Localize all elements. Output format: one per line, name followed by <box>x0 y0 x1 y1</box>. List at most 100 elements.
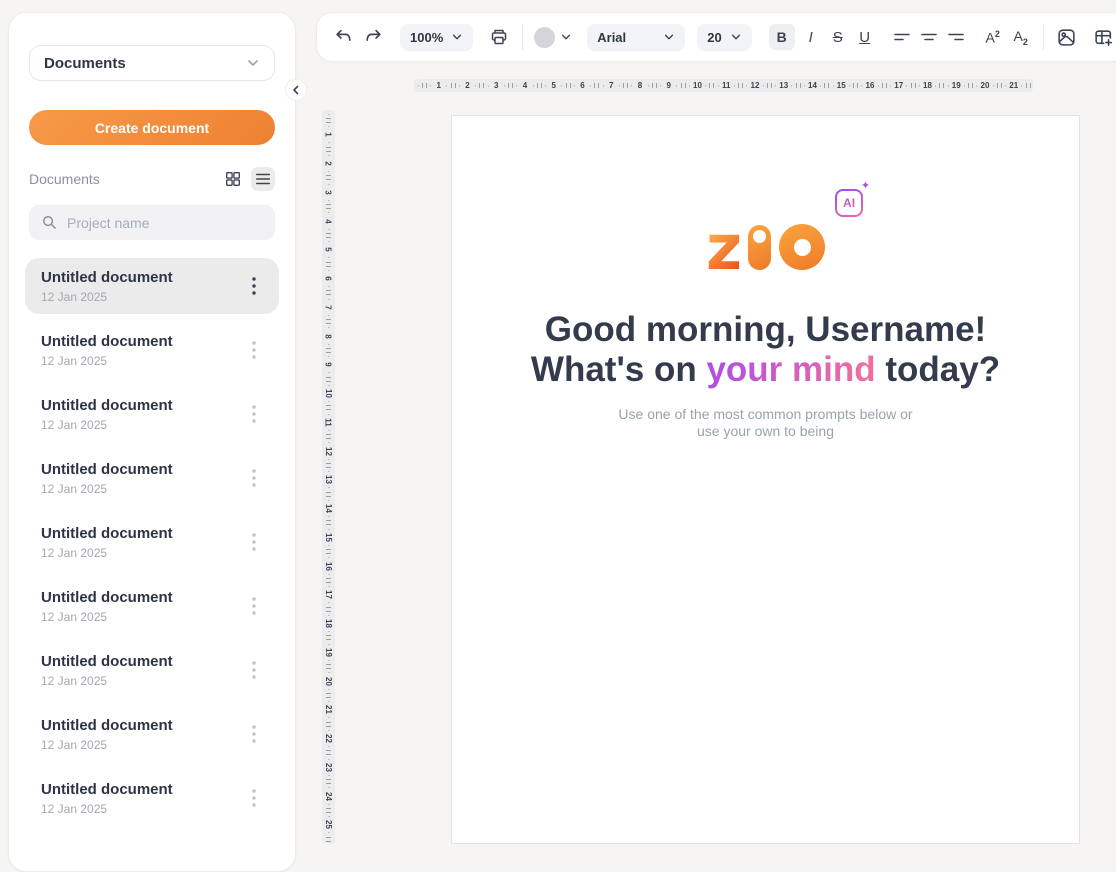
ruler-number: 11 <box>322 416 335 428</box>
superscript-button[interactable]: A2 <box>980 24 1006 50</box>
text-color-picker[interactable] <box>534 27 572 48</box>
ruler-ticks <box>326 630 331 647</box>
kebab-menu-icon[interactable] <box>243 721 265 747</box>
bold-button[interactable]: B <box>769 24 795 50</box>
ruler-ticks <box>326 515 331 532</box>
ruler-number: 18 <box>322 618 335 630</box>
document-list-item[interactable]: Untitled document12 Jan 2025 <box>25 706 279 762</box>
ruler-number: 13 <box>778 81 790 90</box>
search-input[interactable] <box>67 215 263 231</box>
ruler-number: 17 <box>893 81 905 90</box>
vertical-ruler: 1234567891011121314151617181920212223242… <box>322 110 335 843</box>
document-title: Untitled document <box>41 781 173 798</box>
document-info: Untitled document12 Jan 2025 <box>41 269 173 304</box>
collection-dropdown-value: Documents <box>44 55 126 72</box>
documents-list-header: Documents <box>29 167 275 191</box>
subscript-button[interactable]: A2 <box>1008 24 1034 50</box>
underline-button[interactable]: U <box>852 24 878 50</box>
ruler-number: 22 <box>322 733 335 745</box>
ruler-number: 8 <box>322 330 335 342</box>
kebab-menu-icon[interactable] <box>243 465 265 491</box>
ruler-ticks <box>326 313 331 330</box>
search-icon <box>41 214 58 231</box>
align-center-icon[interactable] <box>916 24 942 50</box>
ruler-ticks <box>962 83 979 88</box>
ruler-number: 2 <box>322 158 335 170</box>
logo-letter-z: z <box>706 225 740 270</box>
list-view-icon[interactable] <box>251 167 275 191</box>
document-list-item[interactable]: Untitled document12 Jan 2025 <box>25 386 279 442</box>
chevron-down-icon <box>730 31 742 43</box>
ruler-number: 16 <box>864 81 876 90</box>
document-list-item[interactable]: Untitled document12 Jan 2025 <box>25 258 279 314</box>
kebab-menu-icon[interactable] <box>243 401 265 427</box>
undo-icon[interactable] <box>330 24 356 50</box>
ruler-number: 5 <box>548 81 560 90</box>
document-title: Untitled document <box>41 589 173 606</box>
document-list-item[interactable]: Untitled document12 Jan 2025 <box>25 642 279 698</box>
kebab-menu-icon[interactable] <box>243 529 265 555</box>
chevron-down-icon <box>451 31 463 43</box>
create-document-button[interactable]: Create document <box>29 110 275 145</box>
sidebar-collapse-button[interactable] <box>285 79 307 101</box>
font-size-select[interactable]: 20 <box>697 24 751 51</box>
kebab-menu-icon[interactable] <box>243 337 265 363</box>
zoom-select[interactable]: 100% <box>400 24 473 51</box>
document-list-item[interactable]: Untitled document12 Jan 2025 <box>25 450 279 506</box>
ai-badge-label: AI <box>843 196 855 210</box>
print-icon[interactable] <box>486 24 512 50</box>
document-info: Untitled document12 Jan 2025 <box>41 333 173 368</box>
chevron-down-icon <box>663 31 675 43</box>
ruler-ticks <box>445 83 462 88</box>
align-left-icon[interactable] <box>889 24 915 50</box>
ruler-number: 9 <box>322 359 335 371</box>
ruler-ticks <box>326 457 331 474</box>
font-family-select[interactable]: Arial <box>587 24 685 51</box>
ruler-ticks <box>326 745 331 762</box>
document-info: Untitled document12 Jan 2025 <box>41 461 173 496</box>
greeting-subtitle: Use one of the most common prompts below… <box>452 406 1079 440</box>
ruler-ticks <box>1020 83 1033 88</box>
ruler-number: 19 <box>950 81 962 90</box>
greeting-line2-prefix: What's on <box>531 350 707 389</box>
ruler-number: 20 <box>979 81 991 90</box>
ruler-number: 8 <box>634 81 646 90</box>
ruler-number: 2 <box>462 81 474 90</box>
ruler-number: 15 <box>322 531 335 543</box>
ruler-ticks <box>326 658 331 675</box>
ruler-ticks <box>646 83 663 88</box>
subtitle-line2: use your own to being <box>697 423 834 439</box>
document-date: 12 Jan 2025 <box>41 290 173 304</box>
ruler-ticks <box>326 227 331 244</box>
document-list-item[interactable]: Untitled document12 Jan 2025 <box>25 514 279 570</box>
align-right-icon[interactable] <box>943 24 969 50</box>
document-title: Untitled document <box>41 717 173 734</box>
ruler-ticks <box>991 83 1008 88</box>
ruler-number: 14 <box>322 503 335 515</box>
kebab-menu-icon[interactable] <box>243 593 265 619</box>
ruler-ticks <box>326 112 331 129</box>
subtitle-line1: Use one of the most common prompts below… <box>618 406 912 422</box>
ruler-ticks <box>675 83 692 88</box>
kebab-menu-icon[interactable] <box>243 785 265 811</box>
ruler-ticks <box>326 256 331 273</box>
collection-dropdown[interactable]: Documents <box>29 45 275 81</box>
ruler-ticks <box>326 198 331 215</box>
ruler-number: 4 <box>519 81 531 90</box>
italic-button[interactable]: I <box>798 24 824 50</box>
kebab-menu-icon[interactable] <box>243 657 265 683</box>
ruler-ticks <box>326 601 331 618</box>
grid-view-icon[interactable] <box>221 167 245 191</box>
document-list-item[interactable]: Untitled document12 Jan 2025 <box>25 322 279 378</box>
insert-image-icon[interactable] <box>1054 24 1080 50</box>
ruler-ticks <box>790 83 807 88</box>
ruler-ticks <box>416 83 433 88</box>
document-page[interactable]: z AI ✦ Good morning, Username! What's on… <box>451 115 1080 844</box>
search-box[interactable] <box>29 205 275 240</box>
redo-icon[interactable] <box>360 24 386 50</box>
insert-table-icon[interactable] <box>1091 24 1116 50</box>
document-list-item[interactable]: Untitled document12 Jan 2025 <box>25 578 279 634</box>
kebab-menu-icon[interactable] <box>243 273 265 299</box>
strikethrough-button[interactable]: S <box>825 24 851 50</box>
document-list-item[interactable]: Untitled document12 Jan 2025 <box>25 770 279 826</box>
